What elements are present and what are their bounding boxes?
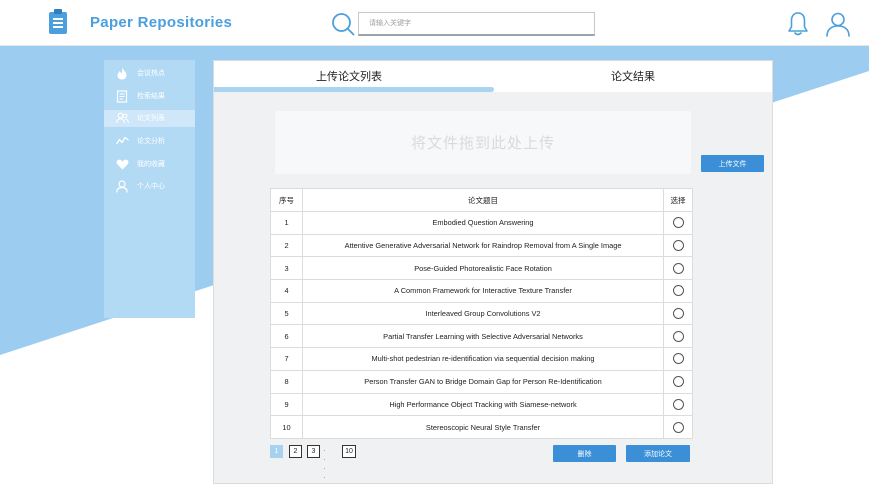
row-index: 4 [270,279,303,303]
select-radio[interactable] [672,262,684,274]
page-button-1[interactable]: 1 [270,445,283,458]
row-select-cell [663,415,693,439]
row-select-cell [663,347,693,371]
table-row: 4 A Common Framework for Interactive Tex… [270,279,693,303]
sidebar-item-label: 会议热点 [137,70,165,77]
row-select-cell [663,233,693,258]
row-title: Pose-Guided Photorealistic Face Rotation [302,256,664,281]
row-title: Interleaved Group Convolutions V2 [302,301,664,326]
page-button-2[interactable]: 2 [289,445,302,458]
row-select-cell [663,301,693,326]
row-select-cell [663,256,693,281]
page-button-3[interactable]: 3 [307,445,320,458]
select-radio[interactable] [672,330,684,342]
select-radio[interactable] [672,217,684,229]
add-paper-button[interactable]: 添加论文 [626,445,690,462]
column-header-select: 选择 [663,188,693,212]
page-button-last[interactable]: 10 [342,445,356,458]
sidebar-item-paper-list[interactable]: 论文列表 [104,110,195,127]
row-title: A Common Framework for Interactive Textu… [302,279,664,303]
row-index: 5 [270,301,303,326]
select-radio[interactable] [672,398,684,410]
table-row: 7 Multi-shot pedestrian re-identificatio… [270,347,693,371]
user-profile-icon[interactable] [825,11,851,37]
table-row: 8 Person Transfer GAN to Bridge Domain G… [270,369,693,394]
app-title: Paper Repositories [90,14,233,31]
sidebar-item-label: 论文分析 [137,138,165,145]
user-icon [115,179,129,193]
row-index: 8 [270,369,303,394]
sidebar-item-paper-analysis[interactable]: 论文分析 [104,133,195,150]
file-dropzone[interactable]: 将文件拖到此处上传 [275,111,691,174]
row-index: 10 [270,415,303,439]
tab-paper-results[interactable]: 论文结果 [611,68,655,84]
search-icon[interactable] [331,12,355,36]
row-index: 7 [270,347,303,371]
sidebar-item-label: 个人中心 [137,183,165,190]
row-select-cell [663,369,693,394]
tab-uploaded-paper-list[interactable]: 上传论文列表 [316,68,382,84]
sidebar: 会议热点 检索结果 论文列表 论文分析 我的收藏 个人中心 [104,60,195,318]
table-row: 9 High Performance Object Tracking with … [270,392,693,417]
select-radio[interactable] [672,285,684,297]
delete-button[interactable]: 删除 [553,445,616,462]
row-title: High Performance Object Tracking with Si… [302,392,664,417]
tab-bar: 上传论文列表 论文结果 [214,61,772,92]
search-input[interactable] [358,12,595,36]
table-row: 5 Interleaved Group Convolutions V2 [270,301,693,326]
users-icon [115,111,129,125]
active-tab-indicator [214,87,494,92]
table-row: 10 Stereoscopic Neural Style Transfer [270,415,693,439]
select-radio[interactable] [672,308,684,320]
row-select-cell [663,324,693,349]
page-ellipsis: · · · · [323,446,327,482]
sidebar-item-favorites[interactable]: 我的收藏 [104,156,195,173]
paper-table: 序号 论文题目 选择 1 Embodied Question Answering… [270,188,693,439]
sidebar-item-hot-topics[interactable]: 会议热点 [104,65,195,82]
upload-file-button[interactable]: 上传文件 [701,155,764,172]
sidebar-item-label: 我的收藏 [137,161,165,168]
row-index: 2 [270,233,303,258]
row-index: 6 [270,324,303,349]
sidebar-item-search-results[interactable]: 检索结果 [104,88,195,105]
bell-icon[interactable] [787,11,809,37]
row-select-cell [663,211,693,235]
select-radio[interactable] [672,240,684,252]
table-header-row: 序号 论文题目 选择 [270,188,693,212]
sidebar-item-label: 论文列表 [137,115,165,122]
dropzone-text: 将文件拖到此处上传 [410,135,555,152]
row-select-cell [663,392,693,417]
row-title: Person Transfer GAN to Bridge Domain Gap… [302,369,664,394]
row-index: 9 [270,392,303,417]
column-header-index: 序号 [270,188,303,212]
select-radio[interactable] [672,376,684,388]
row-index: 3 [270,256,303,281]
row-select-cell [663,279,693,303]
row-title: Attentive Generative Adversarial Network… [302,233,664,258]
table-row: 2 Attentive Generative Adversarial Netwo… [270,233,693,258]
clipboard-logo-icon [49,9,67,34]
flame-icon [115,66,129,80]
row-title: Stereoscopic Neural Style Transfer [302,415,664,439]
row-index: 1 [270,211,303,235]
heart-icon [115,157,129,171]
sidebar-item-label: 检索结果 [137,93,165,100]
row-title: Embodied Question Answering [302,211,664,235]
table-row: 6 Partial Transfer Learning with Selecti… [270,324,693,349]
top-header: Paper Repositories [0,0,869,46]
table-row: 3 Pose-Guided Photorealistic Face Rotati… [270,256,693,281]
document-icon [115,89,129,103]
select-radio[interactable] [672,353,684,365]
sidebar-item-personal-center[interactable]: 个人中心 [104,178,195,195]
row-title: Partial Transfer Learning with Selective… [302,324,664,349]
row-title: Multi-shot pedestrian re-identification … [302,347,664,371]
analytics-icon [115,134,129,148]
select-radio[interactable] [672,421,684,433]
table-row: 1 Embodied Question Answering [270,211,693,235]
column-header-title: 论文题目 [302,188,664,212]
main-panel: 上传论文列表 论文结果 将文件拖到此处上传 上传文件 序号 论文题目 选择 1 … [213,60,773,484]
